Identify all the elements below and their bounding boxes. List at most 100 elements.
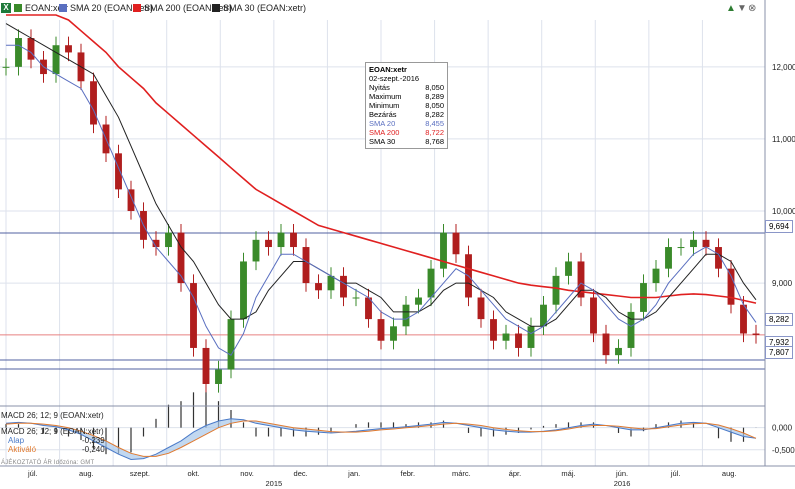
- x-tick-label: febr.: [400, 469, 415, 478]
- macd-tick-label: -0,500: [772, 446, 795, 455]
- candle-body: [477, 297, 485, 320]
- candle-body: [602, 333, 610, 356]
- candle-body: [202, 347, 210, 384]
- tooltip-row-value: 8,282: [425, 110, 444, 119]
- tooltip-row-label: SMA 30: [369, 137, 396, 146]
- candle-body: [402, 304, 410, 327]
- footnote: ÁJÉKOZTATÓ ÁR Időzóna: GMT: [1, 460, 95, 466]
- candle-body: [227, 319, 235, 370]
- candle-body: [27, 38, 35, 60]
- y-tick-label: 10,000: [772, 207, 795, 216]
- candle-body: [740, 304, 747, 334]
- tooltip-row-value: 8,050: [425, 101, 444, 110]
- tooltip-row: SMA 20 8,455: [369, 119, 444, 128]
- candle-body: [752, 333, 760, 335]
- candle-body: [527, 326, 535, 348]
- candle-body: [727, 268, 735, 305]
- candle-body: [677, 247, 685, 249]
- price-tag-support-2: 7,807: [765, 346, 794, 359]
- sma200-swatch-icon: [133, 4, 141, 12]
- x-tick-label: márc.: [452, 469, 471, 478]
- candle-body: [327, 275, 335, 291]
- tooltip-row-label: Bezárás: [369, 110, 397, 119]
- candle-body: [15, 38, 22, 67]
- candle-body: [440, 232, 447, 269]
- candle-body: [552, 275, 560, 305]
- tooltip-row: Nyitás 8,050: [369, 83, 444, 92]
- candle-body: [2, 66, 10, 68]
- data-tooltip: EOAN:xetr 02-szept.-2016 Nyitás 8,050 Maxi…: [365, 62, 448, 149]
- candle-body: [315, 283, 322, 291]
- candle-body: [240, 261, 247, 320]
- candle-body: [415, 297, 422, 305]
- macd-aktivalo-value: -0,240: [82, 445, 105, 454]
- tooltip-row-label: Maximum: [369, 92, 402, 101]
- x-tick-label: nov.: [240, 469, 254, 478]
- y-tick-label: 12,000: [772, 63, 795, 72]
- x-tick-label: jan.: [347, 469, 360, 478]
- tooltip-row-label: SMA 200: [369, 128, 400, 137]
- x-tick-label: júl.: [670, 469, 681, 478]
- price-tag-last: 8,282: [765, 313, 794, 326]
- macd-title: MACD 26; 12; 9 (EOAN:xetr): [1, 411, 104, 420]
- tooltip-row-value: 8,768: [425, 137, 444, 146]
- x-tick-label: dec.: [294, 469, 308, 478]
- x-tick-label: jún.: [615, 469, 628, 478]
- candle-body: [452, 232, 460, 255]
- scroll-up-icon[interactable]: ▲: [726, 3, 736, 14]
- x-tick-label: aug.: [79, 469, 94, 478]
- candle-body: [390, 326, 397, 341]
- candle-body: [127, 189, 135, 211]
- candle-body: [427, 268, 435, 298]
- chart-toolbar: X EOAN:xetr SMA 20 (EOAN:xetr) SMA 200 (…: [0, 0, 795, 18]
- legend-sma30-label: SMA 30 (EOAN:xetr): [223, 3, 307, 13]
- tooltip-title: EOAN:xetr: [369, 65, 407, 74]
- candle-body: [340, 275, 347, 298]
- x-year-label: 2016: [614, 479, 631, 488]
- candle-body: [490, 319, 497, 341]
- excel-icon[interactable]: X: [1, 3, 11, 13]
- tooltip-row: Bezárás 8,282: [369, 110, 444, 119]
- tooltip-row-value: 8,455: [425, 119, 444, 128]
- candle-body: [352, 297, 360, 299]
- tooltip-row-value: 8,289: [425, 92, 444, 101]
- x-tick-label: szept.: [130, 469, 150, 478]
- candle-body: [277, 232, 285, 248]
- candle-body: [652, 268, 660, 284]
- candle-body: [165, 232, 172, 248]
- tooltip-row-value: 8,050: [425, 83, 444, 92]
- candle-body: [702, 239, 710, 248]
- macd-aktivalo-label: Aktiváló: [8, 445, 37, 454]
- scroll-down-icon[interactable]: ▼: [737, 3, 747, 14]
- y-tick-label: 11,000: [772, 135, 795, 144]
- candle-body: [515, 333, 522, 348]
- tooltip-row-value: 8,722: [425, 128, 444, 137]
- candle-body: [115, 153, 122, 190]
- tooltip-rows: Nyitás 8,050 Maximum 8,289 Minimum 8,050 Bezár…: [369, 83, 444, 146]
- x-tick-label: máj.: [561, 469, 575, 478]
- price-tag-resistance: 9,694: [765, 220, 794, 233]
- x-year-label: 2015: [266, 479, 283, 488]
- tooltip-row-label: Minimum: [369, 101, 400, 110]
- macd-tick-label: 0,000: [772, 424, 793, 433]
- candle-body: [502, 333, 510, 341]
- candle-body: [265, 239, 272, 248]
- tooltip-row: SMA 30 8,768: [369, 137, 444, 146]
- tooltip-row-label: SMA 20: [369, 119, 396, 128]
- candle-body: [65, 45, 72, 53]
- sma30-swatch-icon: [212, 4, 220, 12]
- tooltip-date: 02-szept.-2016: [369, 74, 420, 83]
- candle-body: [52, 45, 60, 75]
- tooltip-row: Minimum 8,050: [369, 101, 444, 110]
- x-tick-label: júl.: [27, 469, 38, 478]
- candle-body: [590, 297, 597, 334]
- candle-swatch-icon: [14, 4, 22, 12]
- legend-sma30[interactable]: SMA 30 (EOAN:xetr): [212, 3, 306, 14]
- candle-body: [215, 369, 222, 384]
- candle-body: [615, 347, 622, 356]
- x-tick-label: ápr.: [509, 469, 522, 478]
- close-icon[interactable]: ⊗: [748, 3, 756, 14]
- tooltip-row-label: Nyitás: [369, 83, 390, 92]
- x-tick-label: okt.: [187, 469, 199, 478]
- y-tick-label: 9,000: [772, 279, 793, 288]
